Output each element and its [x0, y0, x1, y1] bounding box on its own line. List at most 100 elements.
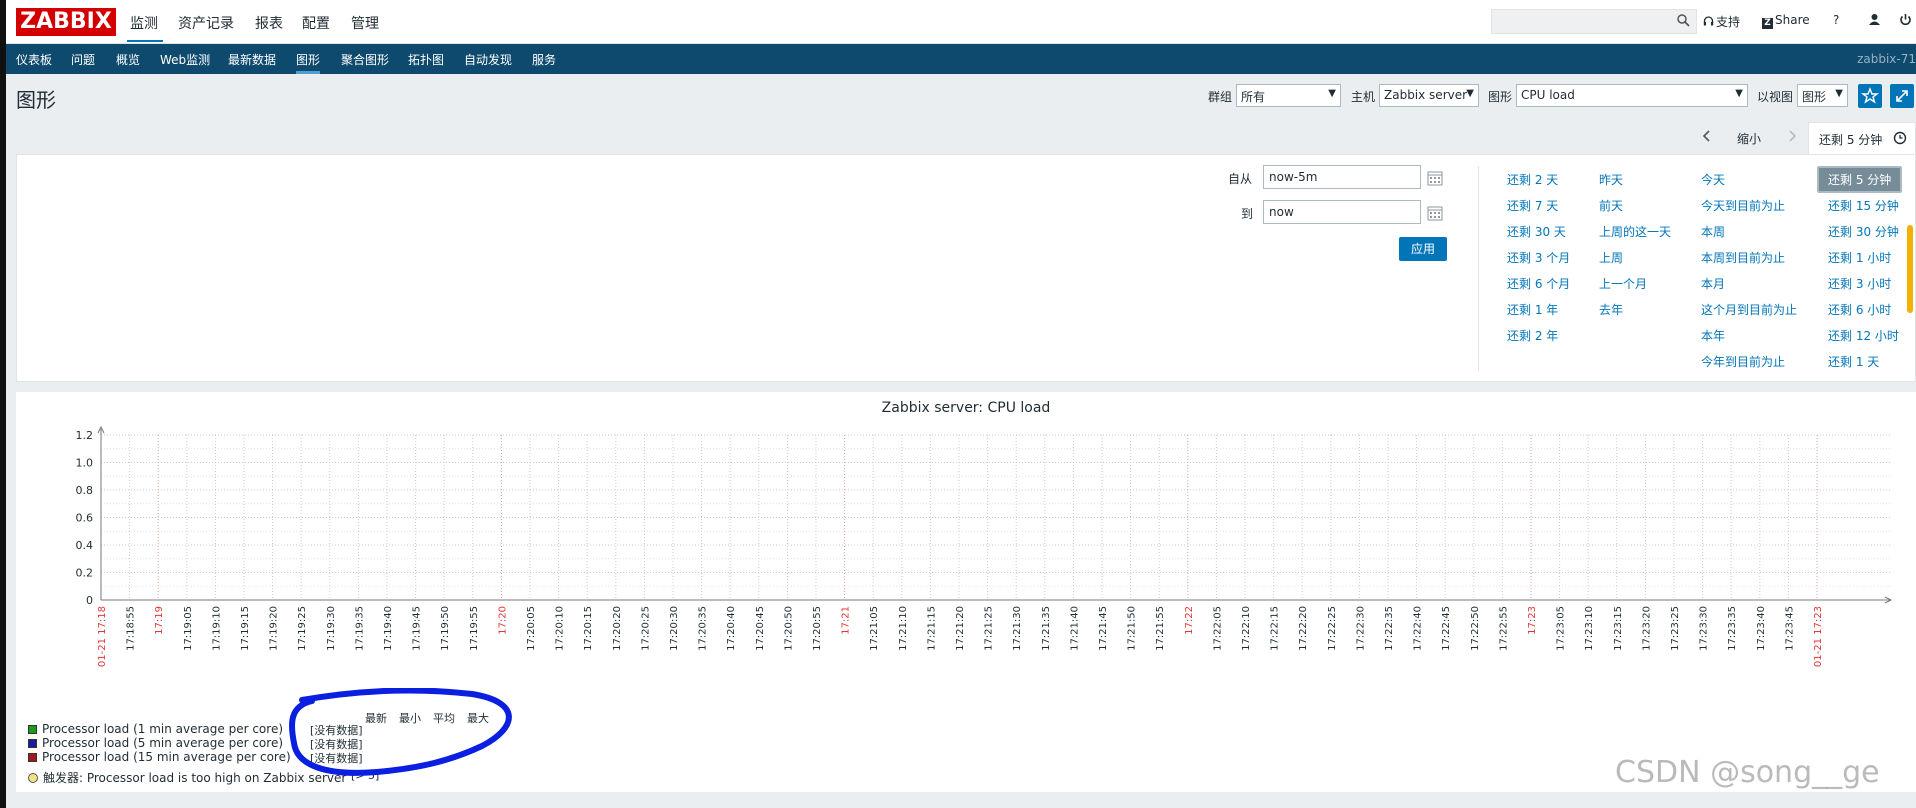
- quick-range-link[interactable]: 前天: [1599, 197, 1623, 214]
- quick-range-link[interactable]: 还剩 1 小时: [1828, 249, 1891, 266]
- zoom-out-button[interactable]: 缩小: [1737, 130, 1761, 147]
- fullscreen-button[interactable]: [1890, 84, 1914, 108]
- group-select[interactable]: 所有 ▼: [1236, 84, 1341, 107]
- quick-range-link[interactable]: 去年: [1599, 301, 1623, 318]
- quick-range-link[interactable]: 今年到目前为止: [1701, 353, 1785, 370]
- x-tick-label: 17:20:15: [583, 606, 594, 651]
- quick-range-link[interactable]: 本月: [1701, 275, 1725, 292]
- share-link[interactable]: Z Share: [1762, 13, 1810, 29]
- x-tick-label: 17:19:50: [440, 606, 451, 651]
- calendar-icon[interactable]: [1427, 170, 1443, 186]
- x-tick-label: 17:22:30: [1355, 606, 1366, 651]
- top-menu-administration[interactable]: 管理: [351, 13, 379, 33]
- top-menu-inventory[interactable]: 资产记录: [178, 13, 234, 33]
- subnav-services[interactable]: 服务: [532, 51, 556, 68]
- x-tick-label: 17:21:15: [926, 606, 937, 651]
- clock-icon: [1893, 131, 1907, 145]
- subnav-dashboard[interactable]: 仪表板: [16, 51, 52, 68]
- quick-range-link[interactable]: 这个月到目前为止: [1701, 301, 1797, 318]
- legend-color-swatch: [28, 725, 37, 734]
- search-icon[interactable]: [1677, 14, 1690, 27]
- subnav-screens[interactable]: 聚合图形: [341, 51, 389, 68]
- star-icon: [1860, 87, 1880, 104]
- top-menu-configuration[interactable]: 配置: [302, 13, 330, 33]
- x-tick-label: 17:20:10: [555, 606, 566, 651]
- subnav-graphs[interactable]: 图形: [296, 51, 321, 74]
- sign-out-icon[interactable]: [1899, 13, 1912, 29]
- quick-range-link[interactable]: 本年: [1701, 327, 1725, 344]
- quick-range-link[interactable]: 上周的这一天: [1599, 223, 1671, 240]
- subnav-latest-data[interactable]: 最新数据: [228, 51, 276, 68]
- x-tick-label: 17:19:30: [326, 606, 337, 651]
- support-link[interactable]: 支持: [1703, 13, 1740, 30]
- subnav-maps[interactable]: 拓扑图: [408, 51, 444, 68]
- quick-range-link[interactable]: 还剩 2 天: [1507, 171, 1558, 188]
- quick-range-link[interactable]: 今天: [1701, 171, 1725, 188]
- quick-range-link[interactable]: 本周到目前为止: [1701, 249, 1785, 266]
- x-tick-label: 17:20:05: [526, 606, 537, 651]
- quick-range-link[interactable]: 还剩 3 个月: [1507, 249, 1570, 266]
- host-select[interactable]: Zabbix server ▼: [1379, 84, 1479, 107]
- next-period-button[interactable]: [1785, 128, 1799, 147]
- server-name: zabbix-71: [1857, 52, 1916, 66]
- view-select[interactable]: 图形 ▼: [1797, 84, 1848, 107]
- quick-range-link[interactable]: 还剩 6 个月: [1507, 275, 1570, 292]
- quick-range-link[interactable]: 今天到目前为止: [1701, 197, 1785, 214]
- zabbix-logo[interactable]: ZABBIX: [16, 8, 116, 36]
- time-filter-panel: [16, 154, 1916, 382]
- help-icon[interactable]: ?: [1833, 13, 1839, 27]
- quick-range-link[interactable]: 本周: [1701, 223, 1725, 240]
- top-menu-reports[interactable]: 报表: [255, 13, 283, 33]
- quick-range-link[interactable]: 还剩 6 小时: [1828, 301, 1891, 318]
- legend-series-1: Processor load (1 min average per core): [28, 722, 283, 736]
- x-tick-label: 17:23:25: [1670, 606, 1681, 651]
- subnav-overview[interactable]: 概览: [116, 51, 140, 68]
- time-tab[interactable]: 还剩 5 分钟: [1808, 122, 1916, 154]
- user-profile-icon[interactable]: [1868, 13, 1881, 29]
- x-tick-label: 17:19: [154, 606, 165, 635]
- search-input[interactable]: [1491, 9, 1697, 34]
- quick-range-link[interactable]: 还剩 5 分钟: [1817, 166, 1903, 193]
- x-tick-label: 17:22:15: [1270, 606, 1281, 651]
- quick-range-link[interactable]: 还剩 3 小时: [1828, 275, 1891, 292]
- x-tick-label: 17:23:30: [1699, 606, 1710, 651]
- trigger-dot: [28, 773, 38, 783]
- quick-range-link[interactable]: 上周: [1599, 249, 1623, 266]
- quick-range-link[interactable]: 还剩 15 分钟: [1828, 197, 1899, 214]
- prev-period-button[interactable]: [1700, 128, 1714, 147]
- subnav-problems[interactable]: 问题: [71, 51, 95, 68]
- chevron-left-icon: [1702, 130, 1710, 142]
- x-tick-label: 17:23:20: [1641, 606, 1652, 651]
- favorite-button[interactable]: [1858, 84, 1882, 108]
- chevron-down-icon: ▼: [1735, 88, 1743, 99]
- y-tick-label: 1.2: [76, 429, 94, 442]
- apply-button[interactable]: 应用: [1399, 237, 1447, 261]
- quick-range-link[interactable]: 还剩 1 年: [1507, 301, 1558, 318]
- quick-range-link[interactable]: 还剩 1 天: [1828, 353, 1879, 370]
- quick-range-link[interactable]: 上一个月: [1599, 275, 1647, 292]
- from-input[interactable]: now-5m: [1263, 165, 1421, 189]
- to-input[interactable]: now: [1263, 200, 1421, 224]
- x-tick-label: 17:19:20: [269, 606, 280, 651]
- x-tick-label: 17:23:45: [1784, 606, 1795, 651]
- x-tick-label: 17:22:05: [1212, 606, 1223, 651]
- quick-range-link[interactable]: 还剩 7 天: [1507, 197, 1558, 214]
- quick-range-link[interactable]: 还剩 2 年: [1507, 327, 1558, 344]
- x-tick-label: 17:20:35: [698, 606, 709, 651]
- quick-range-link[interactable]: 昨天: [1599, 171, 1623, 188]
- x-tick-label: 17:19:15: [240, 606, 251, 651]
- calendar-icon[interactable]: [1427, 205, 1443, 221]
- top-menu-monitoring[interactable]: 监测: [130, 13, 158, 33]
- subnav-discovery[interactable]: 自动发现: [464, 51, 512, 68]
- headset-icon: [1703, 16, 1714, 26]
- quick-range-link[interactable]: 还剩 30 分钟: [1828, 223, 1899, 240]
- x-tick-label: 17:21:25: [984, 606, 995, 651]
- left-edge: [0, 0, 6, 808]
- x-tick-label: 17:22:35: [1384, 606, 1395, 651]
- subnav-web[interactable]: Web监测: [160, 51, 210, 68]
- quick-range-link[interactable]: 还剩 12 小时: [1828, 327, 1899, 344]
- quick-range-link[interactable]: 还剩 30 天: [1507, 223, 1566, 240]
- from-label: 自从: [1228, 172, 1253, 186]
- x-tick-label: 17:23: [1527, 606, 1538, 635]
- graph-select[interactable]: CPU load ▼: [1516, 84, 1748, 107]
